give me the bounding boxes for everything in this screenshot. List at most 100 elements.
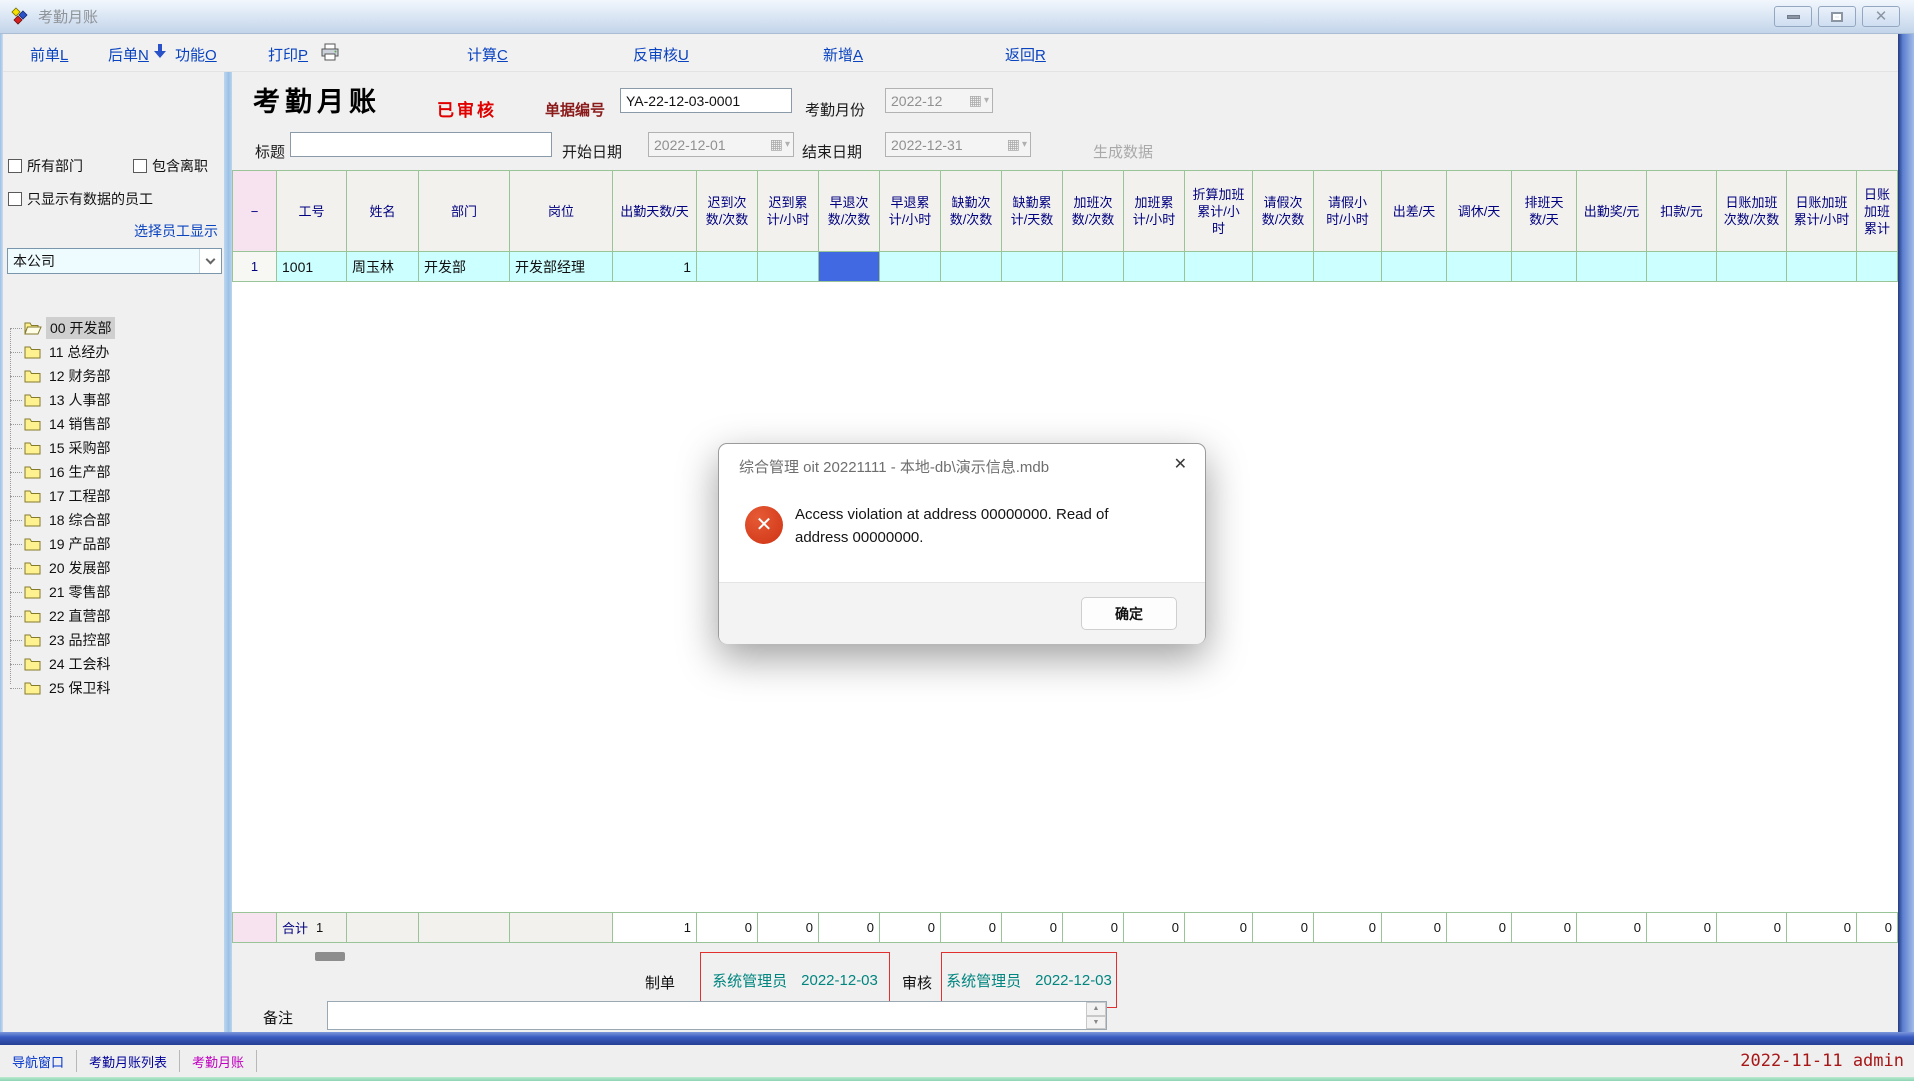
table-cell[interactable] [1857,252,1898,281]
end-date-field[interactable]: 2022-12-31 ▦▾ [885,132,1031,157]
column-header[interactable]: 迟到累计/小时 [758,171,819,251]
table-cell[interactable]: 1001 [277,252,347,281]
column-header[interactable]: 扣款/元 [1647,171,1717,251]
table-cell[interactable] [1447,252,1512,281]
column-header[interactable]: 请假次数/次数 [1253,171,1314,251]
table-cell[interactable] [697,252,758,281]
tree-item-dept-13[interactable]: 13 人事部 [6,388,220,412]
tree-item-dept-25[interactable]: 25 保卫科 [6,676,220,700]
table-cell[interactable] [1185,252,1253,281]
table-cell[interactable] [941,252,1002,281]
start-date-field[interactable]: 2022-12-01 ▦▾ [648,132,794,157]
tree-item-dept-15[interactable]: 15 采购部 [6,436,220,460]
column-header[interactable]: 出勤天数/天 [613,171,697,251]
spinner-up-button[interactable]: ▲ [1086,1002,1106,1016]
tree-item-dept-12[interactable]: 12 财务部 [6,364,220,388]
toolbar-functions[interactable]: 功能O [175,44,217,65]
select-employee-display-link[interactable]: 选择员工显示 [134,221,218,241]
statusbar-tab-current[interactable]: 考勤月账 [180,1052,256,1071]
column-header[interactable]: 出勤奖/元 [1577,171,1647,251]
tree-item-dept-00[interactable]: 00 开发部 [6,316,220,340]
tree-item-dept-14[interactable]: 14 销售部 [6,412,220,436]
checkbox-only-with-data[interactable]: 只显示有数据的员工 [8,189,153,209]
tree-item-dept-24[interactable]: 24 工会科 [6,652,220,676]
column-header[interactable]: 加班累计/小时 [1124,171,1185,251]
tree-item-dept-19[interactable]: 19 产品部 [6,532,220,556]
column-header[interactable]: 请假小时/小时 [1314,171,1382,251]
table-cell[interactable] [1002,252,1063,281]
maximize-button[interactable] [1818,6,1856,27]
only-with-data-checkbox-box[interactable] [8,192,22,206]
table-cell[interactable] [1577,252,1647,281]
table-cell[interactable] [1124,252,1185,281]
panel-splitter[interactable] [224,72,232,1032]
table-row[interactable]: 11001周玉林开发部开发部经理1 [232,252,1898,282]
minimize-button[interactable] [1774,6,1812,27]
table-cell[interactable] [1314,252,1382,281]
column-header[interactable]: 早退次数/次数 [819,171,880,251]
column-header[interactable]: 缺勤次数/次数 [941,171,1002,251]
toolbar-prev-doc[interactable]: 前单L [30,44,68,65]
checkbox-include-resigned[interactable]: 包含离职 [133,156,208,176]
tree-item-dept-16[interactable]: 16 生产部 [6,460,220,484]
statusbar-tab-list[interactable]: 考勤月账列表 [77,1052,179,1071]
company-combobox[interactable]: 本公司 [7,248,222,274]
column-header[interactable]: 迟到次数/次数 [697,171,758,251]
table-cell[interactable] [1063,252,1124,281]
table-cell[interactable]: 开发部 [419,252,510,281]
tree-item-dept-22[interactable]: 22 直营部 [6,604,220,628]
checkbox-all-departments[interactable]: 所有部门 [8,156,83,176]
toolbar-back[interactable]: 返回R [1005,44,1046,65]
table-cell[interactable] [1717,252,1787,281]
tree-item-dept-18[interactable]: 18 综合部 [6,508,220,532]
column-header[interactable]: 日账加班次数/次数 [1717,171,1787,251]
toolbar-unaudit[interactable]: 反审核U [633,44,689,65]
column-header[interactable]: 调休/天 [1447,171,1512,251]
include-resigned-checkbox-box[interactable] [133,159,147,173]
column-header[interactable]: 早退累计/小时 [880,171,941,251]
doc-no-input[interactable] [620,88,792,113]
selected-cell[interactable] [819,252,880,281]
printer-icon[interactable] [320,43,340,61]
column-header[interactable]: 日账加班累计 [1857,171,1898,251]
ok-button[interactable]: 确定 [1081,597,1177,630]
toolbar-print[interactable]: 打印P [268,44,308,65]
column-header[interactable]: 加班次数/次数 [1063,171,1124,251]
company-combobox-dropdown-button[interactable] [199,249,221,273]
tree-item-dept-21[interactable]: 21 零售部 [6,580,220,604]
table-cell[interactable] [1787,252,1857,281]
tree-item-dept-23[interactable]: 23 品控部 [6,628,220,652]
column-header[interactable]: 折算加班累计/小时 [1185,171,1253,251]
column-header[interactable]: 日账加班累计/小时 [1787,171,1857,251]
statusbar-tab-navigation[interactable]: 导航窗口 [0,1052,76,1071]
table-cell[interactable]: 1 [613,252,697,281]
column-header[interactable]: 排班天数/天 [1512,171,1577,251]
table-cell[interactable]: 开发部经理 [510,252,613,281]
tree-item-dept-20[interactable]: 20 发展部 [6,556,220,580]
table-cell[interactable] [1253,252,1314,281]
column-header[interactable]: 缺勤累计/天数 [1002,171,1063,251]
table-cell[interactable] [1512,252,1577,281]
dialog-close-icon[interactable]: ✕ [1174,454,1187,474]
column-header[interactable]: 出差/天 [1382,171,1447,251]
column-header[interactable]: 工号 [277,171,347,251]
column-header[interactable]: 部门 [419,171,510,251]
title-input[interactable] [290,132,552,157]
close-button[interactable]: ✕ [1862,6,1900,27]
toolbar-next-doc[interactable]: 后单N [108,44,149,65]
month-field[interactable]: 2022-12 ▦▾ [885,88,993,113]
table-cell[interactable] [1382,252,1447,281]
column-header[interactable]: 姓名 [347,171,419,251]
tree-item-dept-17[interactable]: 17 工程部 [6,484,220,508]
table-cell[interactable]: 周玉林 [347,252,419,281]
toolbar-add-new[interactable]: 新增A [823,44,863,65]
column-header[interactable]: 岗位 [510,171,613,251]
spinner-down-button[interactable]: ▼ [1086,1016,1106,1030]
table-cell[interactable] [880,252,941,281]
table-cell[interactable] [1647,252,1717,281]
remark-input[interactable] [327,1001,1107,1030]
tree-item-dept-11[interactable]: 11 总经办 [6,340,220,364]
all-departments-checkbox-box[interactable] [8,159,22,173]
splitter-grip[interactable] [315,952,345,961]
toolbar-calculate[interactable]: 计算C [467,44,508,65]
